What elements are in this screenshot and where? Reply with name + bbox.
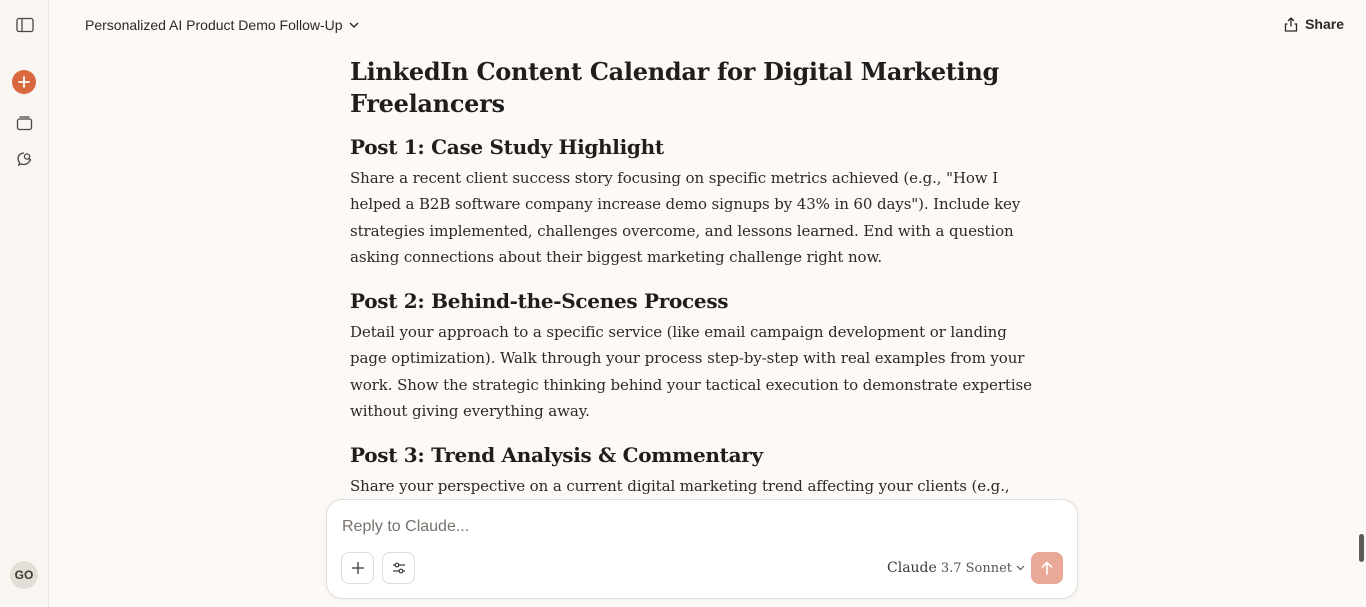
- model-name: Claude: [887, 560, 937, 576]
- conversation-title: Personalized AI Product Demo Follow-Up: [85, 17, 343, 33]
- model-selector[interactable]: Claude 3.7 Sonnet: [887, 558, 1025, 578]
- chats-icon[interactable]: [12, 110, 37, 135]
- sidebar: GO: [0, 0, 49, 607]
- scrollbar[interactable]: [1359, 534, 1364, 562]
- share-button[interactable]: Share: [1284, 13, 1344, 35]
- share-icon: [1284, 16, 1298, 32]
- post-body: Share a recent client success story focu…: [350, 169, 1021, 266]
- post-heading: Post 3: Trend Analysis & Commentary: [350, 443, 763, 468]
- new-chat-button[interactable]: [12, 70, 36, 94]
- assistant-message: LinkedIn Content Calendar for Digital Ma…: [350, 56, 1040, 544]
- send-button[interactable]: [1031, 552, 1063, 584]
- share-label: Share: [1305, 16, 1344, 32]
- reply-input[interactable]: [342, 516, 1042, 538]
- plus-icon: [18, 76, 30, 88]
- arrow-up-icon: [1041, 561, 1053, 575]
- post-heading: Post 2: Behind-the-Scenes Process: [350, 289, 729, 314]
- conversation-title-button[interactable]: Personalized AI Product Demo Follow-Up: [85, 14, 359, 36]
- post-body: Detail your approach to a specific servi…: [350, 323, 1032, 421]
- search-chat-icon[interactable]: [12, 147, 37, 172]
- avatar[interactable]: GO: [10, 561, 38, 589]
- attach-button[interactable]: [341, 552, 374, 584]
- composer: Claude 3.7 Sonnet: [326, 499, 1078, 599]
- chevron-down-icon: [349, 22, 359, 28]
- top-bar: Personalized AI Product Demo Follow-Up S…: [49, 0, 1366, 48]
- plus-icon: [351, 562, 364, 574]
- model-version: 3.7 Sonnet: [940, 560, 1013, 576]
- tools-button[interactable]: [382, 552, 415, 584]
- sidebar-toggle-icon[interactable]: [12, 12, 37, 37]
- chevron-down-icon: [1016, 565, 1025, 571]
- post-heading: Post 1: Case Study Highlight: [350, 135, 664, 159]
- sliders-icon: [392, 562, 405, 574]
- message-title: LinkedIn Content Calendar for Digital Ma…: [350, 57, 1000, 118]
